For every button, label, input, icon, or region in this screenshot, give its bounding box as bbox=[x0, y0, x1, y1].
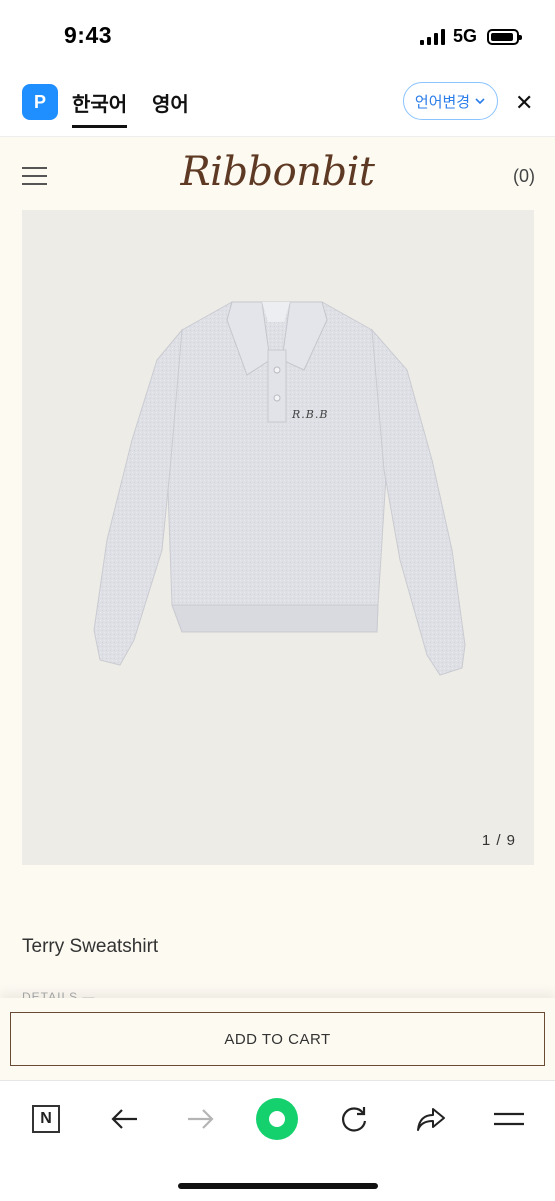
signal-icon bbox=[419, 28, 445, 45]
language-change-button[interactable]: 언어변경 bbox=[403, 82, 498, 120]
site-header: Ribbonbit (0) bbox=[0, 137, 555, 212]
browser-toolbar: N bbox=[0, 1080, 555, 1201]
tab-korean[interactable]: 한국어 bbox=[72, 88, 128, 128]
back-button[interactable] bbox=[102, 1097, 146, 1141]
n-icon: N bbox=[32, 1105, 60, 1133]
arrow-left-icon bbox=[111, 1109, 137, 1129]
arrow-right-icon bbox=[188, 1109, 214, 1129]
add-to-cart-button[interactable]: ADD TO CART bbox=[10, 1012, 545, 1066]
status-indicators: 5G bbox=[419, 26, 522, 47]
status-time: 9:43 bbox=[64, 22, 113, 48]
close-icon[interactable]: ✕ bbox=[515, 90, 533, 116]
home-indicator[interactable] bbox=[178, 1183, 378, 1189]
battery-icon bbox=[487, 28, 522, 45]
green-dot-button[interactable] bbox=[255, 1097, 299, 1141]
cart-bar: ADD TO CART bbox=[0, 998, 555, 1080]
refresh-button[interactable] bbox=[332, 1097, 376, 1141]
cart-count[interactable]: (0) bbox=[513, 166, 535, 187]
tab-english[interactable]: 영어 bbox=[152, 88, 189, 117]
share-arrow-icon bbox=[417, 1108, 445, 1131]
product-title: Terry Sweatshirt bbox=[22, 936, 159, 957]
image-counter: 1 / 9 bbox=[481, 832, 516, 849]
green-dot-icon bbox=[256, 1098, 298, 1140]
menu-button[interactable] bbox=[487, 1097, 531, 1141]
translate-app-glyph: P bbox=[33, 91, 46, 112]
chevron-down-icon bbox=[475, 98, 485, 105]
network-label: 5G bbox=[452, 26, 477, 46]
share-button[interactable] bbox=[409, 1097, 453, 1141]
sweatshirt-image bbox=[93, 301, 466, 676]
site-logo[interactable]: Ribbonbit bbox=[0, 149, 555, 195]
home-n-button[interactable]: N bbox=[24, 1097, 68, 1141]
translate-bar: P 한국어 영어 언어변경 ✕ bbox=[0, 72, 555, 137]
status-bar: 9:43 5G bbox=[0, 0, 555, 72]
product-image[interactable]: R.B.B 1 / 9 bbox=[22, 210, 534, 865]
two-line-menu-icon bbox=[494, 1112, 524, 1126]
refresh-icon bbox=[342, 1107, 367, 1132]
translate-app-icon[interactable]: P bbox=[22, 84, 58, 120]
forward-button[interactable] bbox=[179, 1097, 223, 1141]
embroidery-text: R.B.B bbox=[292, 408, 329, 421]
language-change-label: 언어변경 bbox=[414, 93, 471, 111]
